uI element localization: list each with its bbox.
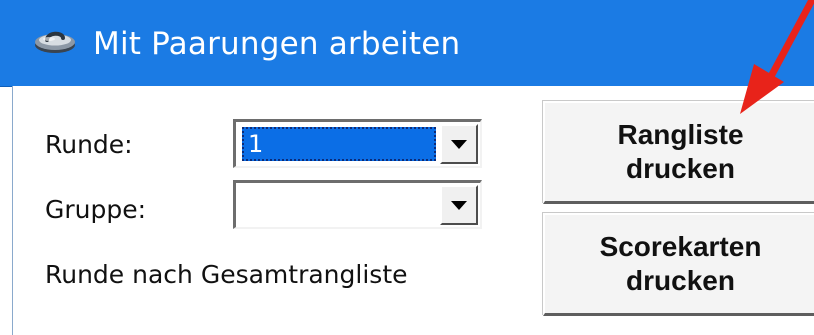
chevron-down-icon (451, 140, 467, 149)
print-scorecards-label-line1: Scorekarten (599, 231, 762, 262)
round-select[interactable]: 1 (233, 119, 482, 168)
group-select-value[interactable] (242, 188, 436, 222)
print-scorecards-label-line2: drucken (626, 265, 735, 296)
chevron-down-icon (451, 201, 467, 210)
print-scorecards-button[interactable]: Scorekarten drucken (543, 213, 814, 316)
window-title: Mit Paarungen arbeiten (93, 26, 461, 62)
print-ranking-label-line1: Rangliste (617, 119, 744, 150)
print-ranking-label-line2: drucken (626, 153, 735, 184)
group-dropdown-button[interactable] (440, 185, 478, 225)
round-select-value[interactable]: 1 (242, 127, 436, 161)
group-label: Gruppe: (45, 195, 147, 224)
info-text: Runde nach Gesamtrangliste (45, 260, 408, 289)
curling-stone-icon (35, 31, 75, 53)
group-select[interactable] (233, 180, 482, 229)
window: Mit Paarungen arbeiten Runde: 1 Gruppe: … (0, 0, 814, 335)
round-label: Runde: (45, 130, 133, 159)
round-dropdown-button[interactable] (440, 124, 478, 164)
red-arrow-icon (740, 0, 814, 114)
title-bar[interactable]: Mit Paarungen arbeiten (0, 0, 814, 87)
